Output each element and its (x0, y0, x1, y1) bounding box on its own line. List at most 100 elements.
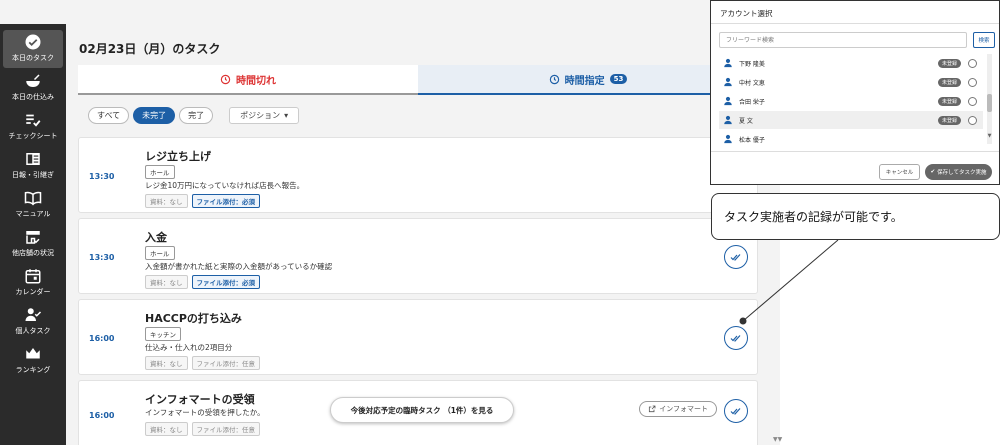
external-link-icon (649, 405, 656, 413)
position-tag: キッチン (145, 327, 181, 341)
unregistered-badge: 未登録 (937, 115, 961, 125)
account-radio[interactable] (968, 58, 977, 68)
task-time: 16:00 (89, 410, 115, 420)
account-name: 松本 優子 (739, 136, 765, 144)
account-row[interactable]: 中村 文恵 未登録 (719, 73, 983, 91)
task-card[interactable]: 13:30 レジ立ち上げ ホール レジ金10万円になっていなければ店長へ報告。 … (78, 137, 758, 213)
task-meta: 資料：なし ファイル添付：任意 (145, 422, 260, 436)
filter-complete[interactable]: 完了 (179, 106, 214, 124)
sidebar-item-manual[interactable]: マニュアル (3, 186, 63, 224)
sidebar-item-today-prep[interactable]: 本日の仕込み (3, 69, 63, 107)
person-icon (724, 77, 732, 87)
scroll-indicator-icon: ▼▼ (773, 436, 783, 443)
sidebar-item-personal-tasks[interactable]: 個人タスク (3, 303, 63, 341)
store-icon (26, 231, 40, 244)
account-row[interactable]: 夏 文 未登録 (719, 111, 983, 129)
callout-box: タスク実施者の記録が可能です。 (711, 193, 1000, 240)
task-description: レジ金10万円になっていなければ店長へ報告。 (145, 181, 305, 190)
double-check-icon (730, 335, 741, 342)
infomart-link-button[interactable]: インフォマート (639, 401, 717, 417)
account-radio[interactable] (968, 77, 977, 87)
count-badge: 53 (609, 74, 628, 84)
tab-label: 時間指定 (564, 75, 605, 87)
sidebar-item-today-tasks[interactable]: 本日のタスク (3, 30, 63, 68)
bowl-icon (26, 74, 40, 87)
calendar-icon (25, 269, 41, 284)
attachment-badge: ファイル添付：任意 (191, 356, 260, 370)
scrollbar-thumb[interactable] (987, 94, 992, 112)
sidebar-item-label: カレンダー (15, 288, 51, 296)
account-row[interactable]: 合田 栄子 未登録 (719, 92, 983, 110)
position-dropdown[interactable]: ポジション ▾ (229, 106, 300, 124)
clock-icon (220, 74, 231, 84)
main-content: 02月23日（月）のタスク 時間切れ 時間指定 53 すべて 未完了 完了 ポジ… (66, 24, 780, 445)
sidebar-item-label: 個人タスク (15, 327, 51, 335)
attachment-badge: ファイル添付：必須 (191, 194, 260, 208)
crown-icon (26, 348, 40, 359)
tab-scheduled[interactable]: 時間指定 53 (418, 65, 758, 95)
account-name: 夏 文 (739, 117, 753, 125)
sidebar-item-daily-report[interactable]: 日報・引継ぎ (3, 147, 63, 185)
task-time: 13:30 (89, 171, 115, 181)
infomart-link-label: インフォマート (659, 405, 708, 413)
task-title: インフォマートの受領 (145, 393, 255, 406)
person-icon (724, 115, 732, 125)
keyword-search-input[interactable] (719, 32, 967, 48)
tab-bar: 時間切れ 時間指定 53 (78, 65, 758, 95)
position-tag: ホール (145, 165, 175, 179)
task-card[interactable]: 13:30 入金 ホール 入金額が書かれた紙と実際の入金額があっているか確認 資… (78, 218, 758, 294)
account-name: 中村 文恵 (739, 79, 765, 87)
sidebar-item-label: 本日の仕込み (12, 93, 54, 101)
sidebar-item-other-stores[interactable]: 他店舗の状況 (3, 225, 63, 263)
scroll-down-icon[interactable]: ▼ (987, 133, 992, 139)
complete-task-button[interactable] (724, 326, 748, 350)
person-check-icon (25, 308, 42, 321)
task-card[interactable]: 16:00 HACCPの打ち込み キッチン 仕込み・仕入れの2項目分 資料：なし… (78, 299, 758, 375)
attachment-badge: ファイル添付：任意 (191, 422, 260, 436)
tab-expired[interactable]: 時間切れ (78, 65, 418, 95)
filter-all[interactable]: すべて (88, 106, 130, 124)
app-root: 本日のタスク 本日の仕込み チェックシート 日報・引継ぎ マニュアル 他店舗の状… (0, 0, 1000, 445)
double-check-icon (730, 408, 741, 415)
page-title: 02月23日（月）のタスク (79, 42, 221, 56)
task-time: 16:00 (89, 333, 115, 343)
save-and-complete-button[interactable]: ✔ 保存してタスク実施 (925, 164, 992, 180)
sidebar-item-label: マニュアル (15, 210, 51, 218)
person-icon (724, 96, 732, 106)
material-badge: 資料：なし (145, 275, 188, 289)
save-button-label: 保存してタスク実施 (937, 170, 987, 176)
filter-incomplete[interactable]: 未完了 (133, 106, 176, 124)
sidebar-item-label: チェックシート (8, 132, 58, 140)
account-row[interactable]: 下野 隆美 未登録 (719, 54, 983, 72)
task-description: インフォマートの受領を押したか。 (145, 408, 265, 417)
check-circle-icon (25, 34, 41, 50)
material-badge: 資料：なし (145, 422, 188, 436)
divider (711, 151, 999, 152)
complete-task-button[interactable] (724, 245, 748, 269)
upcoming-temp-tasks-button[interactable]: 今後対応予定の臨時タスク （1件）を見る (330, 397, 514, 423)
account-row[interactable]: 松本 優子 (719, 130, 983, 144)
account-radio[interactable] (968, 96, 977, 106)
account-radio[interactable] (968, 115, 977, 125)
sidebar-item-checksheet[interactable]: チェックシート (3, 108, 63, 146)
top-strip (0, 0, 780, 24)
sidebar-item-calendar[interactable]: カレンダー (3, 264, 63, 302)
clock-icon (549, 74, 559, 84)
position-tag: ホール (145, 246, 175, 260)
callout-text: タスク実施者の記録が可能です。 (724, 210, 903, 224)
task-meta: 資料：なし ファイル添付：任意 (145, 356, 260, 370)
unregistered-badge: 未登録 (937, 77, 961, 87)
sidebar-item-label: 本日のタスク (12, 54, 54, 62)
filter-bar: すべて 未完了 完了 ポジション ▾ (88, 106, 300, 124)
check-icon: ✔ (930, 169, 936, 175)
sidebar-item-ranking[interactable]: ランキング (3, 342, 63, 380)
task-title: レジ立ち上げ (145, 150, 211, 163)
task-description: 入金額が書かれた紙と実際の入金額があっているか確認 (145, 262, 333, 271)
sidebar: 本日のタスク 本日の仕込み チェックシート 日報・引継ぎ マニュアル 他店舗の状… (0, 24, 66, 445)
sidebar-item-label: 他店舗の状況 (12, 249, 54, 257)
account-name: 下野 隆美 (739, 60, 765, 68)
cancel-button[interactable]: キャンセル (879, 164, 920, 180)
complete-task-button[interactable] (724, 399, 748, 423)
account-name: 合田 栄子 (739, 98, 765, 106)
search-button[interactable]: 検索 (973, 32, 995, 48)
